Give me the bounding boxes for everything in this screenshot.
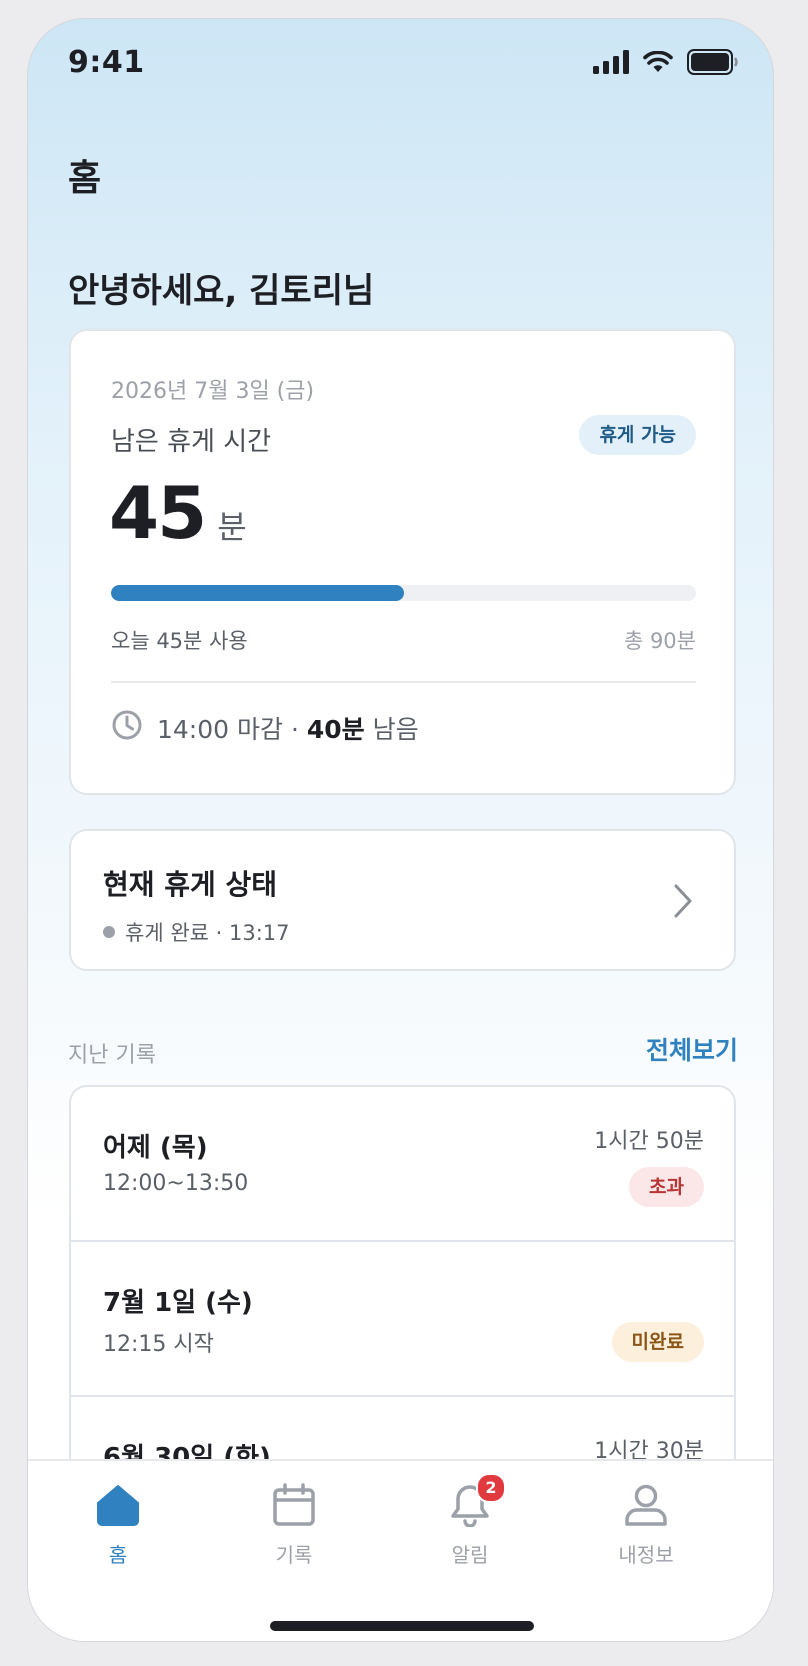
history-day: 어제 (목) (103, 1133, 208, 1163)
history-row[interactable]: 어제 (목) 12:00~13:50 1시간 50분 초과 (71, 1087, 734, 1242)
status-bar: 9:41 (28, 19, 773, 109)
user-icon (624, 1483, 668, 1531)
remaining-break-label: 남은 휴게 시간 (111, 427, 272, 457)
history-duration: 1시간 50분 (594, 1129, 704, 1154)
tab-home[interactable]: 홈 (58, 1481, 178, 1568)
break-usage-progress-fill (111, 585, 404, 601)
break-usage-progress (111, 585, 696, 601)
status-time: 9:41 (68, 45, 145, 80)
history-day: 7월 1일 (수) (103, 1288, 253, 1318)
status-icons (593, 49, 739, 79)
greeting-text: 안녕하세요, 김토리님 (68, 271, 375, 311)
current-break-status-card[interactable]: 현재 휴게 상태 휴게 완료 · 13:17 (69, 829, 736, 971)
remaining-break-card: 2026년 7월 3일 (금) 남은 휴게 시간 휴게 가능 45 분 오늘 4… (69, 329, 736, 795)
used-today-text: 오늘 45분 사용 (111, 629, 248, 653)
total-break-text: 총 90분 (623, 629, 696, 653)
signal-icon (593, 50, 629, 78)
break-available-badge: 휴게 가능 (579, 415, 696, 455)
status-dot-icon (103, 926, 115, 938)
chevron-right-icon[interactable] (672, 883, 694, 923)
home-indicator (270, 1621, 534, 1631)
tab-notifications[interactable]: 2 알림 (410, 1473, 530, 1568)
clock-icon (111, 709, 143, 747)
tab-home-label: 홈 (108, 1543, 128, 1567)
over-badge: 초과 (629, 1167, 704, 1207)
home-icon (96, 1483, 140, 1531)
tab-profile-label: 내정보 (618, 1543, 674, 1567)
page-title: 홈 (68, 158, 102, 199)
phone-frame: 9:41 홈 안녕하세요, 김토리님 2026년 7월 3일 (금) 남은 휴게… (27, 18, 774, 1642)
battery-icon (687, 49, 739, 79)
remaining-break-value: 45 분 (109, 471, 247, 555)
tab-notifications-label: 알림 (451, 1543, 489, 1567)
status-card-subtitle: 휴게 완료 · 13:17 (103, 917, 290, 947)
bottom-tab-bar: 홈 기록 2 알림 내정보 (28, 1459, 773, 1641)
history-list: 어제 (목) 12:00~13:50 1시간 50분 초과 7월 1일 (수) … (69, 1085, 736, 1485)
history-section-label: 지난 기록 (68, 1043, 156, 1068)
remaining-unit: 분 (217, 508, 247, 546)
history-row[interactable]: 7월 1일 (수) 12:15 시작 미완료 (71, 1242, 734, 1397)
tab-profile[interactable]: 내정보 (586, 1481, 706, 1568)
deadline-text: 14:00 마감 · 40분 남음 (157, 715, 419, 744)
incomplete-badge: 미완료 (611, 1322, 704, 1362)
view-all-link[interactable]: 전체보기 (646, 1031, 738, 1067)
calendar-icon (272, 1483, 316, 1531)
history-time: 12:00~13:50 (103, 1171, 249, 1196)
tab-records[interactable]: 기록 (234, 1481, 354, 1568)
notification-count-badge: 2 (476, 1473, 506, 1503)
tab-records-label: 기록 (275, 1543, 313, 1567)
deadline-row: 14:00 마감 · 40분 남음 (111, 709, 419, 747)
status-card-title: 현재 휴게 상태 (103, 868, 278, 901)
wifi-icon (643, 50, 673, 77)
history-section-header: 지난 기록 전체보기 (68, 1031, 738, 1071)
history-time: 12:15 시작 (103, 1332, 214, 1357)
remaining-minutes: 45 (109, 471, 207, 555)
card-divider (111, 681, 696, 683)
break-date: 2026년 7월 3일 (금) (111, 379, 315, 404)
status-card-subtitle-text: 휴게 완료 · 13:17 (125, 921, 290, 945)
